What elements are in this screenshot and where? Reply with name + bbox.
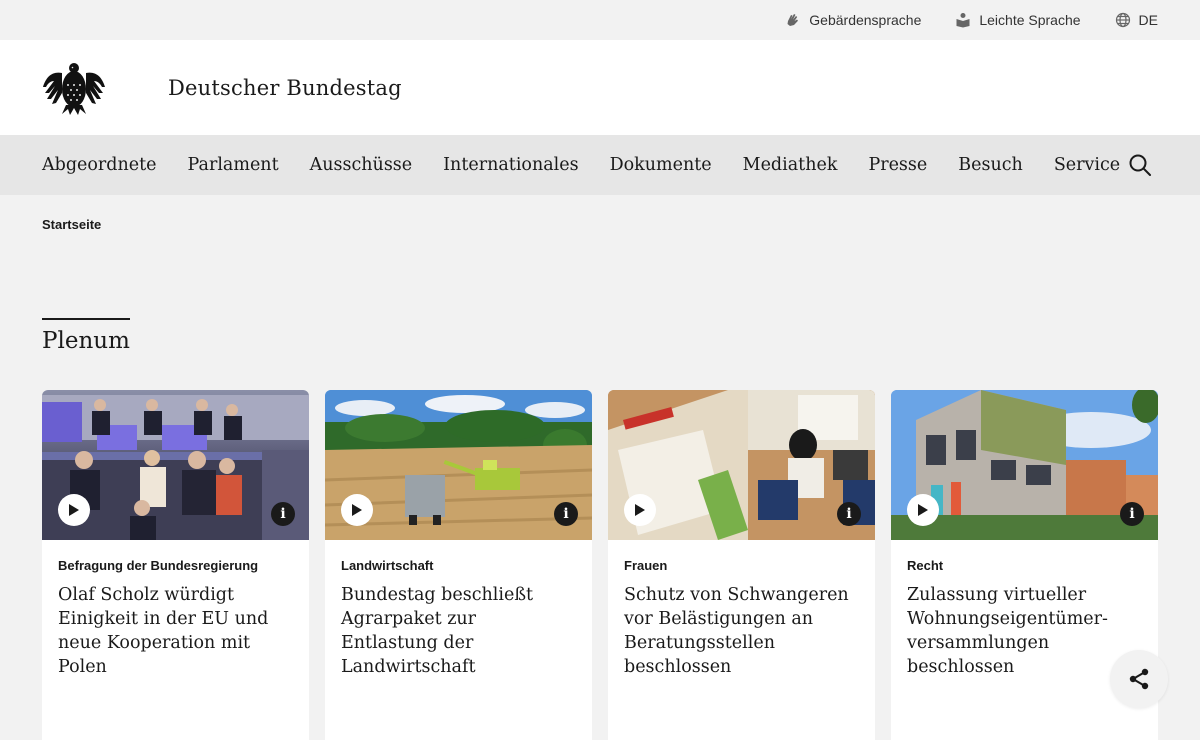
play-button[interactable] xyxy=(341,494,373,526)
article-card[interactable]: i Frauen Schutz von Schwangeren vor Belä… xyxy=(608,390,875,740)
breadcrumb[interactable]: Startseite xyxy=(42,217,101,232)
article-category: Recht xyxy=(907,558,944,573)
article-category: Landwirtschaft xyxy=(341,558,434,573)
article-image: i xyxy=(42,390,309,540)
easy-language-label: Leichte Sprache xyxy=(979,12,1081,28)
site-header: Deutscher Bundestag xyxy=(0,40,1200,135)
nav-item-parlament[interactable]: Parlament xyxy=(188,155,279,175)
nav-item-ausschuesse[interactable]: Ausschüsse xyxy=(310,155,413,175)
play-button[interactable] xyxy=(624,494,656,526)
sign-language-link[interactable]: Gebärdensprache xyxy=(785,12,921,28)
info-icon[interactable]: i xyxy=(271,502,295,526)
nav-item-abgeordnete[interactable]: Abgeordnete xyxy=(42,155,157,175)
info-icon[interactable]: i xyxy=(837,502,861,526)
language-switcher[interactable]: DE xyxy=(1115,12,1158,28)
section-title: Plenum xyxy=(42,328,130,354)
share-button[interactable] xyxy=(1110,650,1168,708)
main-navigation: Abgeordnete Parlament Ausschüsse Interna… xyxy=(0,135,1200,195)
sign-language-label: Gebärdensprache xyxy=(809,12,922,28)
nav-item-internationales[interactable]: Internationales xyxy=(443,155,578,175)
nav-item-besuch[interactable]: Besuch xyxy=(958,155,1023,175)
nav-item-service[interactable]: Service xyxy=(1054,155,1120,175)
share-icon xyxy=(1129,668,1149,690)
article-card[interactable]: i Landwirtschaft Bundestag beschließt Ag… xyxy=(325,390,592,740)
article-headline[interactable]: Schutz von Schwangeren vor Belästigungen… xyxy=(608,573,875,679)
section-divider xyxy=(42,318,130,320)
globe-icon xyxy=(1115,12,1130,28)
info-icon[interactable]: i xyxy=(554,502,578,526)
article-headline[interactable]: Olaf Scholz würdigt Einigkeit in der EU … xyxy=(42,573,309,679)
play-icon xyxy=(918,504,928,516)
info-icon[interactable]: i xyxy=(1120,502,1144,526)
article-card[interactable]: i Befragung der Bundesregierung Olaf Sch… xyxy=(42,390,309,740)
utility-bar: Gebärdensprache Leichte Sprache DE xyxy=(0,0,1200,40)
article-category: Frauen xyxy=(624,558,668,573)
language-label: DE xyxy=(1138,12,1158,28)
article-image: i xyxy=(608,390,875,540)
article-card-list: i Befragung der Bundesregierung Olaf Sch… xyxy=(42,390,1158,740)
nav-item-dokumente[interactable]: Dokumente xyxy=(610,155,712,175)
federal-eagle-icon[interactable] xyxy=(42,59,106,117)
article-category: Befragung der Bundesregierung xyxy=(58,558,259,573)
book-person-icon xyxy=(956,13,970,28)
play-button[interactable] xyxy=(907,494,939,526)
search-icon[interactable] xyxy=(1128,153,1152,177)
nav-item-presse[interactable]: Presse xyxy=(868,155,927,175)
play-icon xyxy=(352,504,362,516)
hand-icon xyxy=(787,14,799,26)
article-image: i xyxy=(891,390,1158,540)
play-icon xyxy=(69,504,79,516)
play-button[interactable] xyxy=(58,494,90,526)
site-title[interactable]: Deutscher Bundestag xyxy=(168,76,402,100)
play-icon xyxy=(635,504,645,516)
article-image: i xyxy=(325,390,592,540)
article-headline[interactable]: Bundestag beschließt Agrarpaket zur Entl… xyxy=(325,573,592,679)
nav-item-mediathek[interactable]: Mediathek xyxy=(743,155,838,175)
easy-language-link[interactable]: Leichte Sprache xyxy=(955,12,1081,28)
